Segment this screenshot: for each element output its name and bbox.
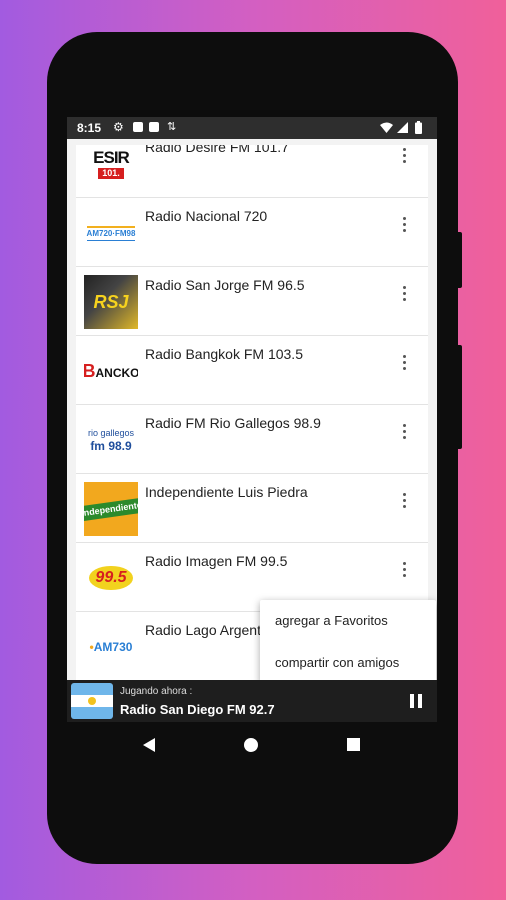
more-options-icon[interactable]	[394, 559, 414, 579]
station-row[interactable]: rio gallegos fm 98.9 Radio FM Rio Galleg…	[76, 405, 428, 474]
gear-icon: ⚙	[113, 120, 124, 134]
station-logo: •AM730	[84, 620, 138, 674]
menu-item-share[interactable]: compartir con amigos	[275, 655, 399, 670]
station-row[interactable]: Independiente Independiente Luis Piedra	[76, 474, 428, 543]
more-options-icon[interactable]	[394, 214, 414, 234]
now-playing-label: Jugando ahora :	[120, 686, 193, 697]
station-row[interactable]: AM720·FM98 Radio Nacional 720	[76, 198, 428, 267]
station-name: Radio Lago Argent	[145, 622, 261, 638]
notification-icon	[133, 122, 143, 132]
station-logo: Independiente	[84, 482, 138, 536]
wifi-icon	[380, 122, 393, 133]
more-options-icon[interactable]	[394, 352, 414, 372]
station-logo: BANCKO	[84, 344, 138, 398]
more-options-icon[interactable]	[394, 490, 414, 510]
station-name: Radio FM Rio Gallegos 98.9	[145, 415, 321, 431]
more-options-icon[interactable]	[394, 421, 414, 441]
station-logo: ESIR 101.	[84, 145, 138, 191]
battery-icon	[415, 121, 422, 134]
app-screen: 8:15 ⚙ ⇅ ESIR 101. Radio Desire FM 101.7…	[67, 117, 437, 722]
status-bar: 8:15 ⚙ ⇅	[67, 117, 437, 139]
station-name: Radio Desire FM 101.7	[145, 145, 289, 155]
more-options-icon[interactable]	[394, 283, 414, 303]
station-row[interactable]: RSJ Radio San Jorge FM 96.5	[76, 267, 428, 336]
station-name: Radio Bangkok FM 103.5	[145, 346, 303, 362]
station-logo: rio gallegos fm 98.9	[84, 413, 138, 467]
notification-icon	[149, 122, 159, 132]
now-playing-bar[interactable]: Jugando ahora : Radio San Diego FM 92.7	[67, 680, 437, 722]
station-row[interactable]: ESIR 101. Radio Desire FM 101.7	[76, 145, 428, 198]
more-options-icon[interactable]	[394, 145, 414, 165]
station-row[interactable]: BANCKO Radio Bangkok FM 103.5	[76, 336, 428, 405]
pause-icon[interactable]	[410, 694, 422, 708]
station-logo: 99.5	[84, 551, 138, 605]
signal-icon	[397, 122, 408, 133]
station-flag-icon	[71, 683, 113, 719]
status-time: 8:15	[77, 121, 102, 135]
station-name: Radio San Jorge FM 96.5	[145, 277, 305, 293]
back-icon[interactable]	[143, 738, 155, 752]
station-name: Radio Imagen FM 99.5	[145, 553, 288, 569]
station-name: Radio Nacional 720	[145, 208, 268, 224]
recents-icon[interactable]	[347, 738, 360, 751]
menu-item-add-favorites[interactable]: agregar a Favoritos	[275, 613, 388, 628]
station-name: Independiente Luis Piedra	[145, 484, 308, 500]
station-logo: RSJ	[84, 275, 138, 329]
home-icon[interactable]	[244, 738, 258, 752]
data-sync-icon: ⇅	[167, 121, 177, 133]
station-logo: AM720·FM98	[84, 206, 138, 260]
context-menu: agregar a Favoritos compartir con amigos	[260, 600, 436, 684]
now-playing-station: Radio San Diego FM 92.7	[120, 702, 275, 717]
navigation-bar	[67, 722, 437, 770]
